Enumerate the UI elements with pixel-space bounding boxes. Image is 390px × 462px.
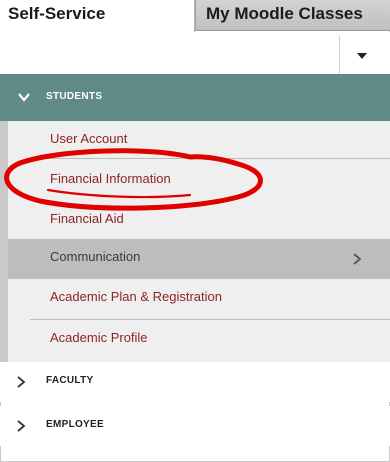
menu-item-user-account[interactable]: User Account	[30, 121, 390, 161]
submenu-indent-bar	[0, 121, 8, 362]
menu-item-financial-information[interactable]: Financial Information	[30, 161, 390, 201]
tab-self-service-label: Self-Service	[8, 4, 106, 23]
students-submenu: User Account Financial Information Finan…	[0, 121, 390, 363]
menu-item-label: User Account	[50, 131, 128, 146]
dropdown-toggle-button[interactable]	[339, 36, 385, 74]
chevron-down-icon	[18, 93, 30, 102]
menu-item-academic-plan-registration[interactable]: Academic Plan & Registration	[30, 279, 390, 319]
section-faculty[interactable]: FACULTY	[0, 362, 390, 402]
menu-item-label: Academic Plan & Registration	[50, 289, 222, 304]
menu-item-label: Financial Aid	[50, 211, 124, 226]
section-employee-label: EMPLOYEE	[46, 419, 104, 430]
tab-my-moodle-classes-label: My Moodle Classes	[206, 4, 363, 23]
chevron-right-icon	[17, 376, 26, 388]
menu-item-label: Financial Information	[50, 171, 171, 186]
tab-bar: Self-Service My Moodle Classes	[0, 0, 390, 32]
section-employee[interactable]: EMPLOYEE	[0, 406, 390, 446]
students-label: STUDENTS	[46, 91, 103, 102]
menu-item-label: Communication	[50, 249, 141, 264]
menu-item-academic-profile[interactable]: Academic Profile	[30, 320, 390, 360]
dropdown-row	[0, 32, 390, 74]
chevron-right-icon	[17, 420, 26, 432]
students-section-header[interactable]: STUDENTS	[0, 74, 390, 121]
chevron-right-icon	[353, 253, 362, 265]
menu-item-communication[interactable]: Communication	[8, 239, 390, 279]
tab-self-service[interactable]: Self-Service	[0, 0, 195, 32]
section-faculty-label: FACULTY	[46, 375, 94, 386]
menu-item-financial-aid[interactable]: Financial Aid	[30, 201, 390, 241]
menu-item-label: Academic Profile	[50, 330, 148, 345]
caret-down-icon	[357, 53, 367, 59]
divider	[30, 158, 390, 159]
tab-my-moodle-classes[interactable]: My Moodle Classes	[195, 0, 390, 31]
